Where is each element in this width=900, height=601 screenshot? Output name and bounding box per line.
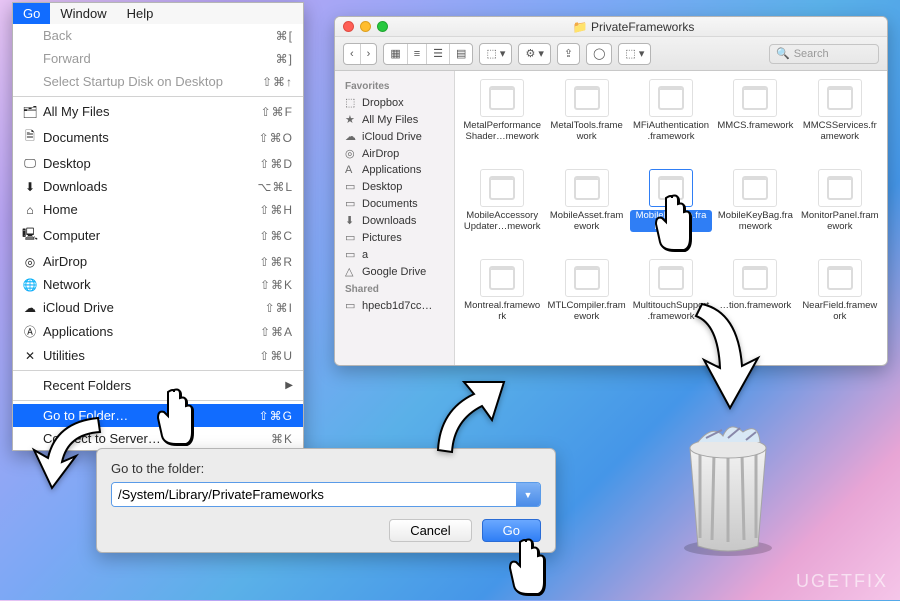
sidebar-item[interactable]: ⬇Downloads (335, 212, 454, 229)
file-item[interactable]: MMCSServices.framework (799, 79, 881, 167)
menu-recent[interactable]: Recent Folders▶ (13, 374, 303, 397)
menu-documents[interactable]: 🗎Documents⇧⌘O (13, 123, 303, 152)
framework-icon (733, 79, 777, 117)
menu-utilities[interactable]: ✕Utilities⇧⌘U (13, 344, 303, 367)
framework-icon (649, 259, 693, 297)
finder-titlebar: 📁 PrivateFrameworks (335, 17, 887, 37)
sidebar-favorites-head: Favorites (335, 77, 454, 94)
menu-connect[interactable]: Connect to Server…⌘K (13, 427, 303, 450)
menu-airdrop[interactable]: ◎AirDrop⇧⌘R (13, 250, 303, 273)
framework-icon (649, 169, 693, 207)
trash-icon[interactable] (668, 408, 788, 561)
framework-icon (565, 79, 609, 117)
finder-window: 📁 PrivateFrameworks ‹› ▦≡☰▤ ⬚ ▾ ⚙ ▾ ⇪ ◯ … (334, 16, 888, 366)
finder-sidebar: Favorites ⬚Dropbox★All My Files☁iCloud D… (335, 71, 455, 365)
search-input[interactable]: 🔍Search (769, 44, 879, 64)
view-buttons[interactable]: ▦≡☰▤ (383, 43, 473, 65)
file-item[interactable]: MonitorPanel.framework (799, 169, 881, 257)
menu-go[interactable]: Go (13, 3, 50, 24)
goto-path-input[interactable] (112, 483, 516, 506)
search-icon: 🔍 (776, 47, 790, 60)
file-item[interactable]: MobileAccessoryUpdater…mework (461, 169, 543, 257)
finder-title: PrivateFrameworks (591, 20, 694, 34)
sidebar-item[interactable]: AApplications (335, 162, 454, 178)
zoom-icon[interactable] (377, 21, 388, 32)
minimize-icon[interactable] (360, 21, 371, 32)
file-item[interactable]: MobileDevice.framework (630, 169, 712, 257)
sidebar-item[interactable]: ☁iCloud Drive (335, 128, 454, 145)
sidebar-item[interactable]: ⬚Dropbox (335, 94, 454, 111)
menu-back[interactable]: Back⌘[ (13, 24, 303, 47)
sidebar-item[interactable]: ▭Pictures (335, 229, 454, 246)
file-item[interactable]: …tion.framework (714, 259, 796, 347)
framework-icon (649, 79, 693, 117)
file-item[interactable]: MTLCompiler.framework (545, 259, 627, 347)
watermark: UGETFIX (796, 571, 888, 592)
sidebar-item[interactable]: △Google Drive (335, 263, 454, 280)
folder-icon: 📁 (573, 20, 588, 34)
file-grid: MetalPerformanceShader…meworkMetalTools.… (455, 71, 887, 365)
menu-forward[interactable]: Forward⌘] (13, 47, 303, 70)
sidebar-item[interactable]: ▭a (335, 246, 454, 263)
menu-computer[interactable]: 🖳Computer⇧⌘C (13, 221, 303, 250)
file-item[interactable]: NearField.framework (799, 259, 881, 347)
framework-icon (818, 259, 862, 297)
framework-icon (733, 169, 777, 207)
sidebar-item[interactable]: ▭Desktop (335, 178, 454, 195)
framework-icon (480, 259, 524, 297)
dropbox-button[interactable]: ⬚ ▾ (618, 43, 651, 65)
arrange-button[interactable]: ⬚ ▾ (479, 43, 512, 65)
goto-label: Go to the folder: (111, 461, 541, 476)
sidebar-item[interactable]: ▭hpecb1d7cc… (335, 297, 454, 314)
framework-icon (818, 169, 862, 207)
file-item[interactable]: MetalTools.framework (545, 79, 627, 167)
dropdown-icon[interactable]: ▼ (516, 483, 540, 506)
file-item[interactable]: MetalPerformanceShader…mework (461, 79, 543, 167)
menu-desktop[interactable]: 🖵Desktop⇧⌘D (13, 152, 303, 175)
finder-toolbar: ‹› ▦≡☰▤ ⬚ ▾ ⚙ ▾ ⇪ ◯ ⬚ ▾ 🔍Search (335, 37, 887, 71)
sidebar-shared-head: Shared (335, 280, 454, 297)
tags-button[interactable]: ◯ (586, 43, 612, 65)
menu-applications[interactable]: ⒶApplications⇧⌘A (13, 319, 303, 344)
menu-allfiles[interactable]: 🗂All My Files⇧⌘F (13, 100, 303, 123)
share-button[interactable]: ⇪ (557, 43, 580, 65)
framework-icon (818, 79, 862, 117)
action-button[interactable]: ⚙ ▾ (518, 43, 550, 65)
menu-network[interactable]: 🌐Network⇧⌘K (13, 273, 303, 296)
sidebar-item[interactable]: ★All My Files (335, 111, 454, 128)
framework-icon (565, 169, 609, 207)
go-button[interactable]: Go (482, 519, 541, 542)
menubar: Go Window Help (13, 3, 303, 24)
nav-buttons[interactable]: ‹› (343, 43, 377, 65)
framework-icon (733, 259, 777, 297)
file-item[interactable]: MobileKeyBag.framework (714, 169, 796, 257)
go-menu: Go Window Help Back⌘[ Forward⌘] Select S… (12, 2, 304, 451)
file-item[interactable]: MFiAuthentication.framework (630, 79, 712, 167)
file-item[interactable]: MultitouchSupport.framework (630, 259, 712, 347)
menu-startup[interactable]: Select Startup Disk on Desktop⇧⌘↑ (13, 70, 303, 93)
menu-goto-folder[interactable]: Go to Folder…⇧⌘G (13, 404, 303, 427)
file-item[interactable]: MMCS.framework (714, 79, 796, 167)
menu-icloud[interactable]: ☁iCloud Drive⇧⌘I (13, 296, 303, 319)
file-item[interactable]: MobileAsset.framework (545, 169, 627, 257)
cancel-button[interactable]: Cancel (389, 519, 471, 542)
close-icon[interactable] (343, 21, 354, 32)
menu-window[interactable]: Window (50, 3, 116, 24)
sidebar-item[interactable]: ▭Documents (335, 195, 454, 212)
menu-downloads[interactable]: ⬇Downloads⌥⌘L (13, 175, 303, 198)
framework-icon (565, 259, 609, 297)
framework-icon (480, 169, 524, 207)
menu-help[interactable]: Help (117, 3, 164, 24)
framework-icon (480, 79, 524, 117)
file-item[interactable]: Montreal.framework (461, 259, 543, 347)
goto-folder-dialog: Go to the folder: ▼ Cancel Go (96, 448, 556, 553)
sidebar-item[interactable]: ◎AirDrop (335, 145, 454, 162)
menu-home[interactable]: ⌂Home⇧⌘H (13, 198, 303, 221)
